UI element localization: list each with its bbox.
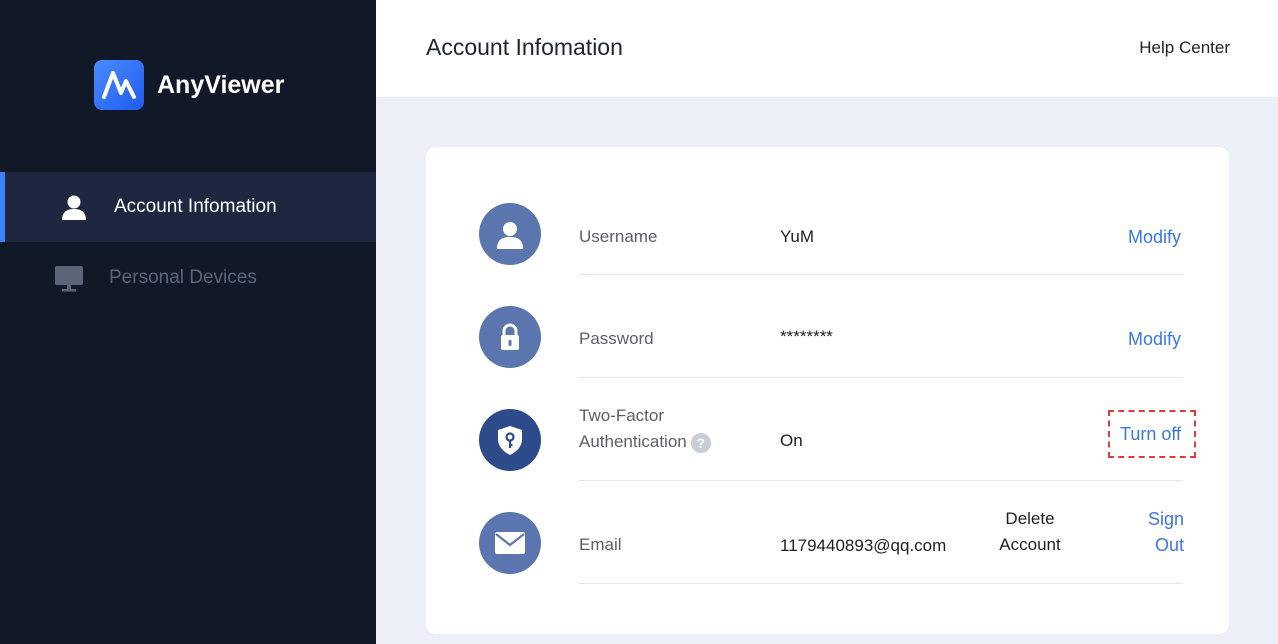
- lock-icon: [479, 306, 541, 368]
- help-center-link[interactable]: Help Center: [1139, 38, 1230, 58]
- email-label: Email: [579, 535, 622, 554]
- password-row: Password ******** Modify: [426, 275, 1229, 378]
- username-label: Username: [579, 227, 658, 246]
- modify-username-link[interactable]: Modify: [1128, 224, 1181, 250]
- modify-password-link[interactable]: Modify: [1128, 326, 1181, 352]
- sidebar-item-label: Personal Devices: [109, 267, 257, 288]
- sign-out-link[interactable]: Sign Out: [1148, 506, 1184, 558]
- user-icon: [59, 192, 89, 222]
- email-row: Email 1179440893@qq.com Delete Account S…: [426, 481, 1229, 584]
- account-card: Username YuM Modify Password ******** Mo…: [426, 147, 1229, 634]
- user-avatar-icon: [479, 203, 541, 265]
- sidebar: AnyViewer Account Infomation Personal De…: [0, 0, 376, 644]
- divider: [579, 583, 1183, 584]
- header: Account Infomation Help Center: [376, 0, 1278, 97]
- username-row: Username YuM Modify: [426, 172, 1229, 275]
- password-label: Password: [579, 329, 654, 348]
- monitor-icon: [54, 263, 84, 293]
- sidebar-item-personal-devices[interactable]: Personal Devices: [0, 244, 376, 312]
- two-factor-value: On: [780, 431, 803, 450]
- shield-key-icon: [479, 409, 541, 471]
- sidebar-item-account-information[interactable]: Account Infomation: [0, 172, 376, 242]
- password-value: ********: [780, 327, 833, 346]
- two-factor-label: Two-Factor Authentication?: [579, 403, 711, 455]
- email-value: 1179440893@qq.com: [780, 536, 947, 555]
- sidebar-item-label: Account Infomation: [114, 196, 277, 217]
- app-logo: AnyViewer: [94, 60, 284, 110]
- turn-off-highlight-box: [1108, 410, 1196, 458]
- username-value: YuM: [780, 227, 815, 246]
- delete-account-link[interactable]: Delete Account: [998, 506, 1062, 558]
- app-name: AnyViewer: [157, 70, 285, 99]
- question-icon[interactable]: ?: [690, 432, 711, 453]
- envelope-icon: [479, 512, 541, 574]
- page-title: Account Infomation: [426, 34, 623, 60]
- anyviewer-logo-icon: [94, 60, 144, 110]
